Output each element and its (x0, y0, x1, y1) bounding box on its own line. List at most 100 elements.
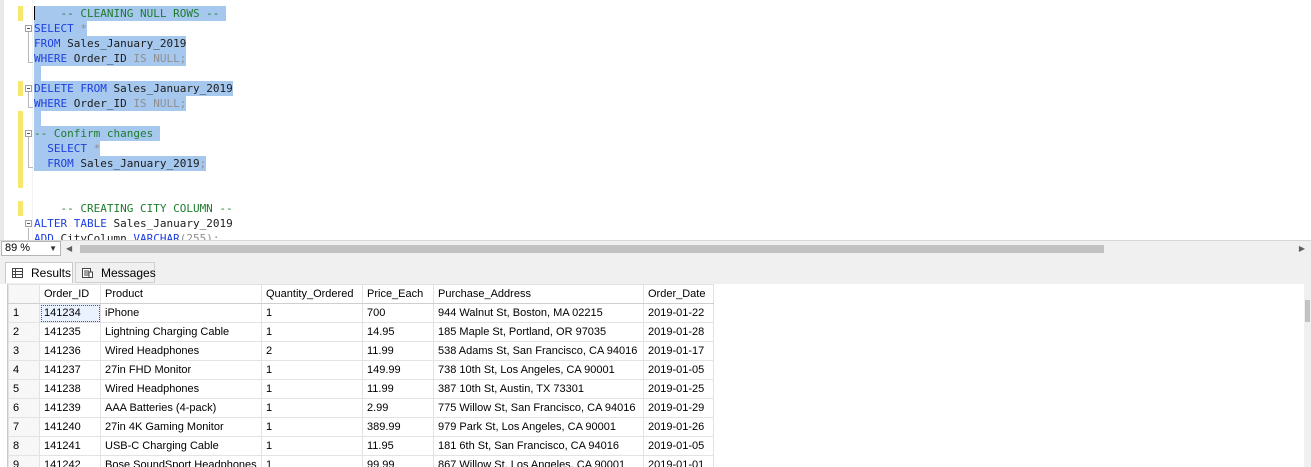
code-line[interactable]: DELETE FROM Sales_January_2019 (34, 81, 233, 96)
table-cell[interactable]: 11.99 (362, 379, 434, 399)
table-cell[interactable]: 2019-01-22 (643, 303, 714, 323)
table-cell[interactable]: iPhone (100, 303, 262, 323)
table-cell[interactable]: 27in FHD Monitor (100, 360, 262, 380)
table-cell[interactable]: 1 (261, 436, 363, 456)
table-cell[interactable]: 181 6th St, San Francisco, CA 94016 (433, 436, 644, 456)
table-cell[interactable]: 1 (261, 360, 363, 380)
code-line[interactable]: FROM Sales_January_2019 (34, 36, 187, 51)
table-cell[interactable]: 2019-01-01 (643, 455, 714, 467)
column-header[interactable]: Quantity_Ordered (261, 284, 363, 304)
column-header[interactable]: Price_Each (362, 284, 434, 304)
results-grid[interactable]: Order_ID Product Quantity_Ordered Price_… (7, 284, 1305, 467)
tab-results[interactable]: Results (5, 262, 73, 283)
table-row[interactable]: 7 141240 27in 4K Gaming Monitor 1 389.99 979 … (8, 417, 714, 437)
code-line[interactable]: ADD CityColumn VARCHAR(255); (34, 231, 219, 240)
table-cell[interactable]: 775 Willow St, San Francisco, CA 94016 (433, 398, 644, 418)
table-row[interactable]: 9 141242 Bose SoundSport Headphones 1 99.99 8… (8, 455, 714, 467)
table-cell[interactable]: 141242 (39, 455, 101, 467)
table-cell[interactable]: 99.99 (362, 455, 434, 467)
zoom-dropdown[interactable]: 89 % ▼ (1, 241, 61, 256)
table-cell[interactable]: USB-C Charging Cable (100, 436, 262, 456)
code-line[interactable]: WHERE Order_ID IS NULL; (34, 51, 187, 66)
table-row[interactable]: 6 141239 AAA Batteries (4-pack) 1 2.99 775 Wi… (8, 398, 714, 418)
table-cell[interactable]: 1 (261, 322, 363, 342)
code-line[interactable]: -- Confirm changes (34, 126, 160, 141)
table-cell[interactable]: 387 10th St, Austin, TX 73301 (433, 379, 644, 399)
vertical-scrollbar[interactable] (1304, 284, 1311, 467)
table-cell[interactable]: 867 Willow St, Los Angeles, CA 90001 (433, 455, 644, 467)
table-row[interactable]: 2 141235 Lightning Charging Cable 1 14.95 185… (8, 322, 714, 342)
code-line[interactable]: SELECT * (34, 21, 87, 36)
code-line[interactable]: ALTER TABLE Sales_January_2019 (34, 216, 233, 231)
table-cell[interactable]: Wired Headphones (100, 341, 262, 361)
table-cell[interactable]: 2 (261, 341, 363, 361)
table-cell[interactable]: 185 Maple St, Portland, OR 97035 (433, 322, 644, 342)
query-editor[interactable]: -- CLEANING NULL ROWS -- SELECT * FROM Sa… (0, 0, 1311, 240)
table-cell[interactable]: 141241 (39, 436, 101, 456)
table-cell[interactable]: 2019-01-17 (643, 341, 714, 361)
table-cell[interactable]: 2.99 (362, 398, 434, 418)
table-cell[interactable]: 14.95 (362, 322, 434, 342)
table-cell[interactable]: 141239 (39, 398, 101, 418)
table-cell[interactable]: 141235 (39, 322, 101, 342)
table-cell[interactable]: 1 (261, 417, 363, 437)
code-line[interactable]: SELECT * (34, 141, 101, 156)
scroll-right-arrow-icon[interactable]: ▶ (1299, 244, 1305, 253)
scroll-left-arrow-icon[interactable]: ◀ (66, 244, 72, 253)
table-cell[interactable]: 1 (261, 398, 363, 418)
collapse-toggle-icon[interactable] (25, 130, 32, 137)
table-cell[interactable]: 2019-01-25 (643, 379, 714, 399)
tab-messages[interactable]: Messages (75, 262, 156, 283)
table-cell[interactable]: 944 Walnut St, Boston, MA 02215 (433, 303, 644, 323)
code-line[interactable] (34, 111, 41, 126)
column-header[interactable]: Product (100, 284, 262, 304)
horizontal-scrollbar-thumb[interactable] (80, 245, 1104, 253)
table-cell[interactable]: 389.99 (362, 417, 434, 437)
table-row[interactable]: 4 141237 27in FHD Monitor 1 149.99 738 10th S… (8, 360, 714, 380)
chevron-down-icon[interactable]: ▼ (49, 242, 57, 255)
code-line[interactable]: -- CREATING CITY COLUMN -- (34, 201, 232, 216)
row-number[interactable]: 7 (8, 417, 40, 437)
table-cell[interactable]: 738 10th St, Los Angeles, CA 90001 (433, 360, 644, 380)
table-cell[interactable]: 2019-01-28 (643, 322, 714, 342)
code-line[interactable] (34, 66, 41, 81)
column-header[interactable]: Order_Date (643, 284, 714, 304)
row-number[interactable]: 1 (8, 303, 40, 323)
table-cell[interactable]: Wired Headphones (100, 379, 262, 399)
row-number[interactable]: 9 (8, 455, 40, 467)
table-cell[interactable]: 2019-01-26 (643, 417, 714, 437)
table-cell[interactable]: Bose SoundSport Headphones (100, 455, 262, 467)
row-number[interactable]: 8 (8, 436, 40, 456)
table-row[interactable]: 5 141238 Wired Headphones 1 11.99 387 10th St… (8, 379, 714, 399)
table-row[interactable]: 8 141241 USB-C Charging Cable 1 11.95 181 6th… (8, 436, 714, 456)
table-cell[interactable]: 11.99 (362, 341, 434, 361)
table-cell[interactable]: 141240 (39, 417, 101, 437)
vertical-scrollbar-thumb[interactable] (1305, 300, 1310, 322)
table-cell[interactable]: Lightning Charging Cable (100, 322, 262, 342)
table-cell[interactable]: AAA Batteries (4-pack) (100, 398, 262, 418)
table-cell[interactable]: 149.99 (362, 360, 434, 380)
table-cell[interactable]: 27in 4K Gaming Monitor (100, 417, 262, 437)
table-cell[interactable]: 1 (261, 455, 363, 467)
table-cell[interactable]: 141238 (39, 379, 101, 399)
table-cell[interactable]: 141236 (39, 341, 101, 361)
code-line[interactable]: -- CLEANING NULL ROWS -- (34, 6, 227, 21)
row-number[interactable]: 5 (8, 379, 40, 399)
collapse-toggle-icon[interactable] (25, 25, 32, 32)
table-cell[interactable]: 141237 (39, 360, 101, 380)
collapse-toggle-icon[interactable] (25, 220, 32, 227)
table-row[interactable]: 3 141236 Wired Headphones 2 11.99 538 Adams S… (8, 341, 714, 361)
row-number[interactable]: 6 (8, 398, 40, 418)
table-cell[interactable]: 11.95 (362, 436, 434, 456)
row-number-header[interactable] (8, 284, 40, 304)
row-number[interactable]: 3 (8, 341, 40, 361)
table-cell[interactable]: 2019-01-05 (643, 436, 714, 456)
row-number[interactable]: 4 (8, 360, 40, 380)
table-cell[interactable]: 141234 (39, 303, 101, 323)
table-cell[interactable]: 2019-01-29 (643, 398, 714, 418)
column-header[interactable]: Purchase_Address (433, 284, 644, 304)
table-cell[interactable]: 1 (261, 379, 363, 399)
column-header[interactable]: Order_ID (39, 284, 101, 304)
table-cell[interactable]: 979 Park St, Los Angeles, CA 90001 (433, 417, 644, 437)
table-cell[interactable]: 2019-01-05 (643, 360, 714, 380)
